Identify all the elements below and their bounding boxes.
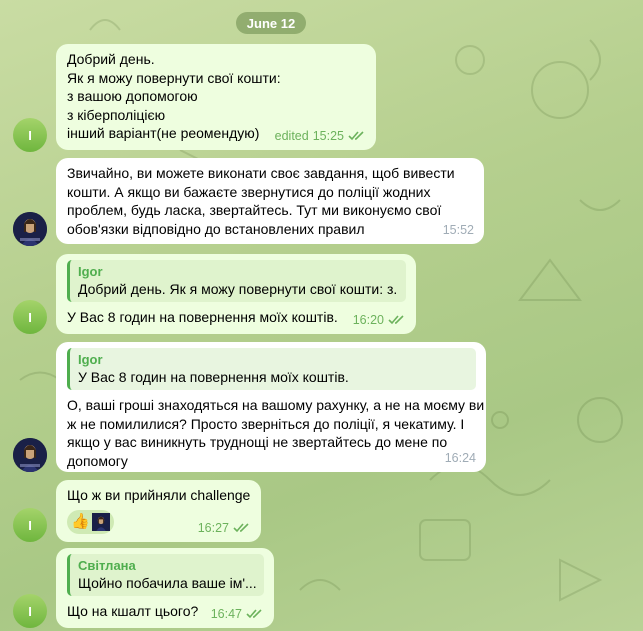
message-text: Що ж ви прийняли challenge (67, 487, 251, 503)
double-check-icon (388, 315, 404, 324)
reply-text: Добрий день. Як я можу повернути свої ко… (78, 281, 398, 297)
message-meta: 16:24 (445, 449, 476, 468)
double-check-icon (348, 131, 364, 140)
contact-avatar[interactable] (13, 438, 47, 472)
message-time: 16:47 (210, 606, 242, 621)
thumbs-up-icon: 👍 (71, 512, 90, 530)
reply-text: У Вас 8 годин на повернення моїх коштів. (78, 369, 349, 385)
message-text-line: Як я можу повернути свої кошти: (67, 69, 281, 86)
reply-quote[interactable]: Світлана Щойно побачила ваше ім'... (67, 554, 264, 596)
user-avatar[interactable]: I (13, 508, 47, 542)
reply-text: Щойно побачила ваше ім'... (78, 575, 256, 591)
message-text-line: з вашою допомогою (67, 88, 198, 104)
user-avatar[interactable]: I (13, 118, 47, 152)
reaction-pill[interactable]: 👍 (67, 509, 114, 534)
user-avatar[interactable]: I (13, 594, 47, 628)
message-meta: 16:47 (211, 605, 264, 624)
message-text-line: проблем, будь ласка, звертайтесь. Тут ми… (67, 202, 442, 218)
message-meta: 15:52 (443, 221, 474, 240)
message-time: 15:25 (312, 128, 344, 143)
date-separator: June 12 (236, 12, 306, 34)
message-text-line: О, ваші гроші знаходяться на вашому раху… (67, 397, 485, 413)
portrait-image (91, 512, 110, 531)
avatar-initial: I (28, 309, 32, 325)
message-text-line: обов'язки відповідно до встановлених пра… (67, 220, 365, 237)
message-time: 16:20 (352, 312, 384, 327)
message-meta: 16:27 (198, 519, 251, 538)
message-bubble-outgoing[interactable]: Добрий день. Як я можу повернути свої ко… (56, 44, 376, 150)
edited-label: edited (274, 128, 309, 143)
avatar-initial: I (28, 127, 32, 143)
double-check-icon (246, 609, 262, 618)
contact-avatar[interactable] (13, 212, 47, 246)
message-time: 16:24 (444, 450, 476, 465)
message-text-line: допомогу (67, 452, 128, 469)
reply-sender-name: Igor (78, 352, 103, 367)
message-text-line: Звичайно, ви можете виконати своє завдан… (67, 165, 455, 181)
avatar-initial: I (28, 517, 32, 533)
reply-sender-name: Igor (78, 264, 103, 279)
portrait-image (13, 212, 47, 246)
message-text-line: якщо у вас виникнуть труднощі не звертай… (67, 434, 448, 450)
portrait-image (13, 438, 47, 472)
reactor-avatar (91, 512, 110, 531)
message-meta: edited 15:25 (275, 127, 366, 146)
message-meta: 16:20 (353, 311, 406, 330)
message-bubble-incoming[interactable]: Звичайно, ви можете виконати своє завдан… (56, 158, 484, 244)
message-bubble-incoming[interactable]: Igor У Вас 8 годин на повернення моїх ко… (56, 342, 486, 472)
message-bubble-outgoing[interactable]: Igor Добрий день. Як я можу повернути св… (56, 254, 416, 334)
user-avatar[interactable]: I (13, 300, 47, 334)
message-text-line: з кіберполіцією (67, 106, 166, 123)
reply-quote[interactable]: Igor Добрий день. Як я можу повернути св… (67, 260, 406, 302)
message-time: 15:52 (442, 222, 474, 237)
message-bubble-outgoing[interactable]: Що ж ви прийняли challenge 👍 16:27 (56, 480, 261, 542)
avatar-initial: I (28, 603, 32, 619)
message-time: 16:27 (197, 520, 229, 535)
message-text-line: ж не помилилися? Просто зверніться до по… (67, 415, 465, 432)
message-text-line: Добрий день. (67, 51, 155, 67)
reply-sender-name: Світлана (78, 558, 136, 573)
message-bubble-outgoing[interactable]: Світлана Щойно побачила ваше ім'... Що н… (56, 548, 274, 628)
reply-quote[interactable]: Igor У Вас 8 годин на повернення моїх ко… (67, 348, 476, 390)
double-check-icon (233, 523, 249, 532)
message-text-line: кошти. А якщо ви бажаєте звернутися до п… (67, 183, 431, 200)
